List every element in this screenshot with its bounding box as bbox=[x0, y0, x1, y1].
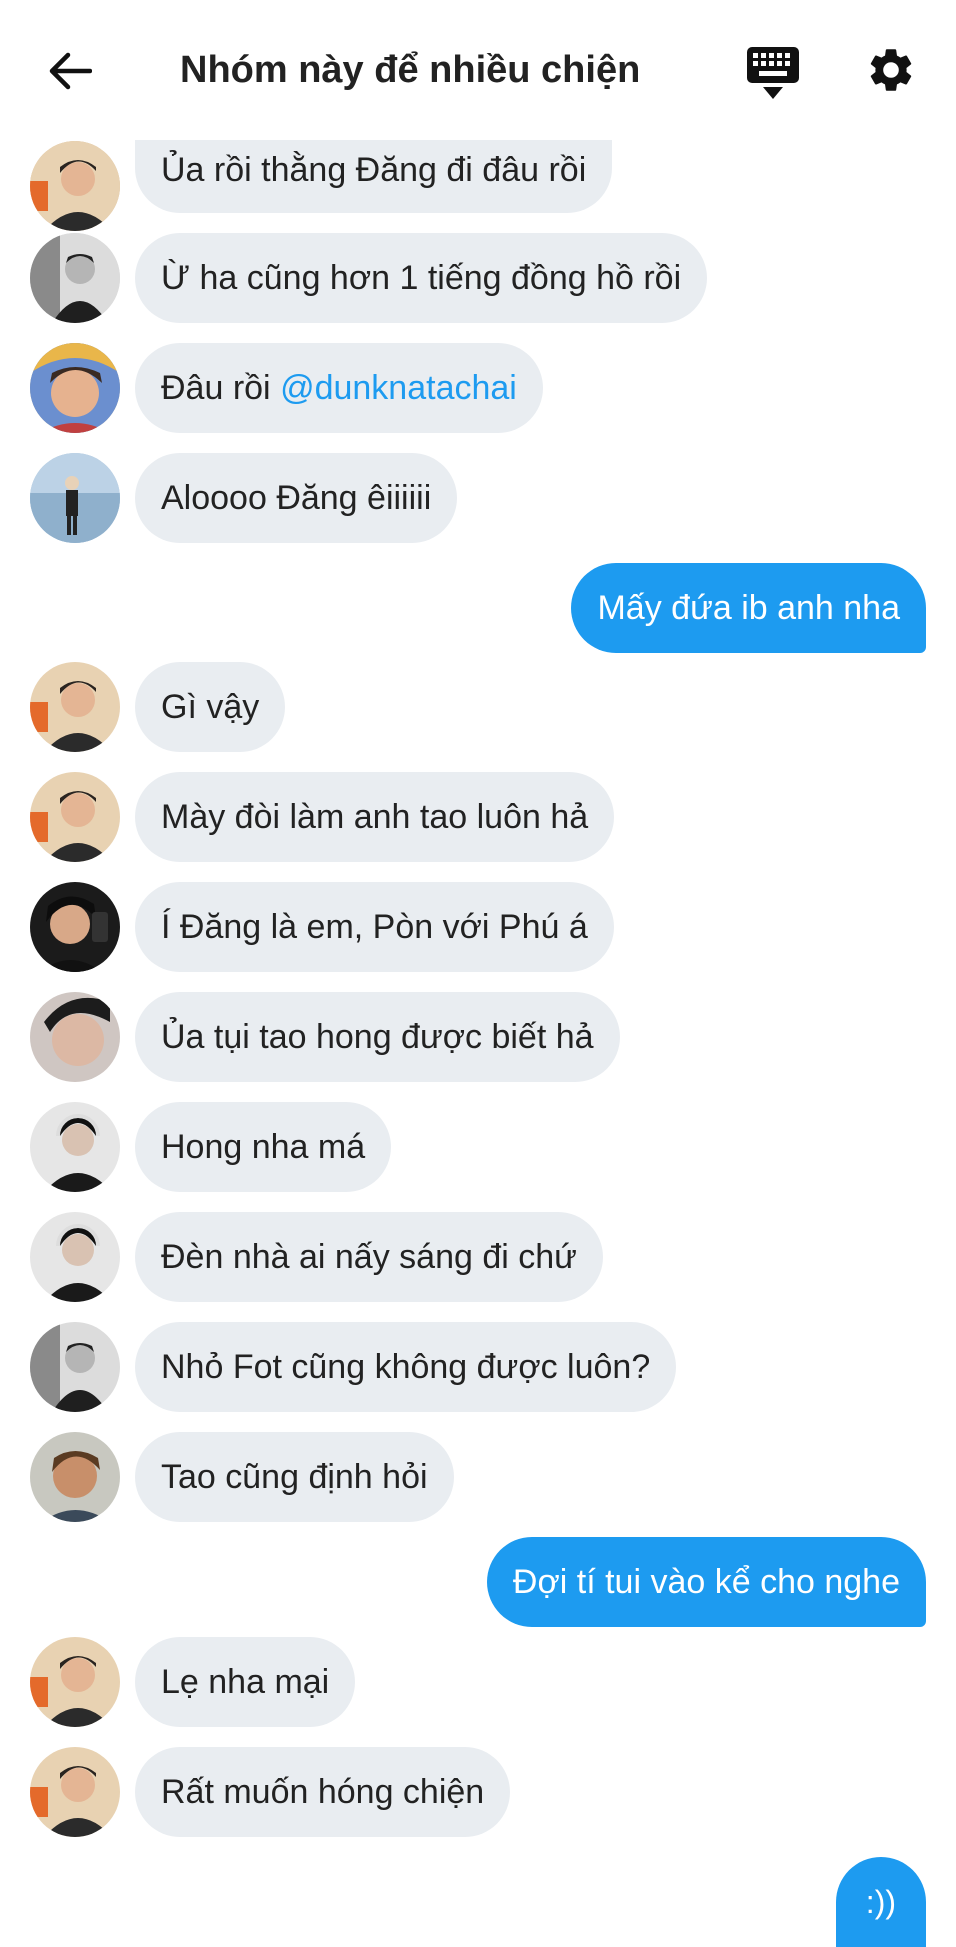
avatar[interactable] bbox=[30, 453, 120, 543]
message-bubble[interactable]: Đâu rồi @dunknatachai bbox=[135, 343, 543, 433]
message-text: Đợi tí tui vào kể cho nghe bbox=[512, 1563, 900, 1601]
avatar[interactable] bbox=[30, 662, 120, 752]
avatar[interactable] bbox=[30, 992, 120, 1082]
message-text: Í Đăng là em, Pòn với Phú á bbox=[161, 908, 588, 946]
mention-link[interactable]: @dunknatachai bbox=[280, 369, 517, 407]
keyboard-hide-button[interactable] bbox=[745, 45, 803, 101]
message-bubble[interactable]: Lẹ nha mại bbox=[135, 1637, 356, 1727]
message-bubble[interactable]: Aloooo Đăng êiiiiii bbox=[135, 453, 458, 543]
keyboard-hide-icon bbox=[747, 47, 799, 99]
message-bubble[interactable]: Mày đòi làm anh tao luôn hả bbox=[135, 772, 615, 862]
message-text: Ủa rồi thằng Đăng đi đâu rồi bbox=[161, 151, 587, 189]
back-button[interactable] bbox=[40, 46, 100, 96]
avatar[interactable] bbox=[30, 343, 120, 433]
message-text: Mấy đứa ib anh nha bbox=[597, 589, 900, 627]
message-text: Gì vậy bbox=[161, 688, 260, 726]
message-text: Hong nha má bbox=[161, 1128, 366, 1166]
message-bubble[interactable]: Đèn nhà ai nấy sáng đi chứ bbox=[135, 1212, 603, 1302]
gear-icon bbox=[870, 49, 912, 91]
message-text: Nhỏ Fot cũng không được luôn? bbox=[161, 1348, 651, 1386]
message-bubble[interactable]: Í Đăng là em, Pòn với Phú á bbox=[135, 882, 614, 972]
message-text: Đèn nhà ai nấy sáng đi chứ bbox=[161, 1238, 577, 1276]
avatar[interactable] bbox=[30, 1322, 120, 1412]
avatar[interactable] bbox=[30, 1432, 120, 1522]
settings-button[interactable] bbox=[865, 44, 923, 100]
avatar[interactable] bbox=[30, 1212, 120, 1302]
message-text: :)) bbox=[865, 1884, 896, 1920]
message-bubble-me[interactable]: Đợi tí tui vào kể cho nghe bbox=[486, 1537, 926, 1627]
arrow-left-icon bbox=[49, 52, 92, 90]
message-bubble[interactable]: Gì vậy bbox=[135, 662, 286, 752]
message-bubble-me[interactable]: :)) bbox=[835, 1857, 926, 1947]
message-text: Tao cũng định hỏi bbox=[161, 1458, 428, 1496]
message-list[interactable]: Ủa rồi thằng Đăng đi đâu rồi Ừ ha cũng h… bbox=[0, 0, 956, 1947]
message-text: Lẹ nha mại bbox=[161, 1663, 330, 1701]
message-text: Ừ ha cũng hơn 1 tiếng đồng hồ rồi bbox=[161, 259, 682, 297]
message-bubble[interactable]: Rất muốn hóng chiện bbox=[135, 1747, 511, 1837]
message-bubble[interactable]: Tao cũng định hỏi bbox=[135, 1432, 454, 1522]
message-bubble[interactable]: Nhỏ Fot cũng không được luôn? bbox=[135, 1322, 677, 1412]
message-bubble[interactable]: Ủa tụi tao hong được biết hả bbox=[135, 992, 620, 1082]
message-text: Rất muốn hóng chiện bbox=[161, 1773, 485, 1811]
message-bubble-me[interactable]: Mấy đứa ib anh nha bbox=[571, 563, 926, 653]
avatar[interactable] bbox=[30, 772, 120, 862]
avatar[interactable] bbox=[30, 141, 120, 231]
message-text: Aloooo Đăng êiiiiii bbox=[161, 479, 432, 517]
avatar[interactable] bbox=[30, 1637, 120, 1727]
header-bar: Nhóm này để nhiều chiện bbox=[0, 0, 956, 140]
avatar[interactable] bbox=[30, 233, 120, 323]
message-text: Đâu rồi bbox=[161, 369, 281, 407]
avatar[interactable] bbox=[30, 1747, 120, 1837]
message-text: Ủa tụi tao hong được biết hả bbox=[161, 1018, 594, 1056]
message-bubble[interactable]: Hong nha má bbox=[135, 1102, 392, 1192]
page-title: Nhóm này để nhiều chiện bbox=[180, 49, 641, 91]
message-text: Mày đòi làm anh tao luôn hả bbox=[161, 798, 589, 836]
message-bubble[interactable]: Ừ ha cũng hơn 1 tiếng đồng hồ rồi bbox=[135, 233, 708, 323]
avatar[interactable] bbox=[30, 1102, 120, 1192]
avatar[interactable] bbox=[30, 882, 120, 972]
